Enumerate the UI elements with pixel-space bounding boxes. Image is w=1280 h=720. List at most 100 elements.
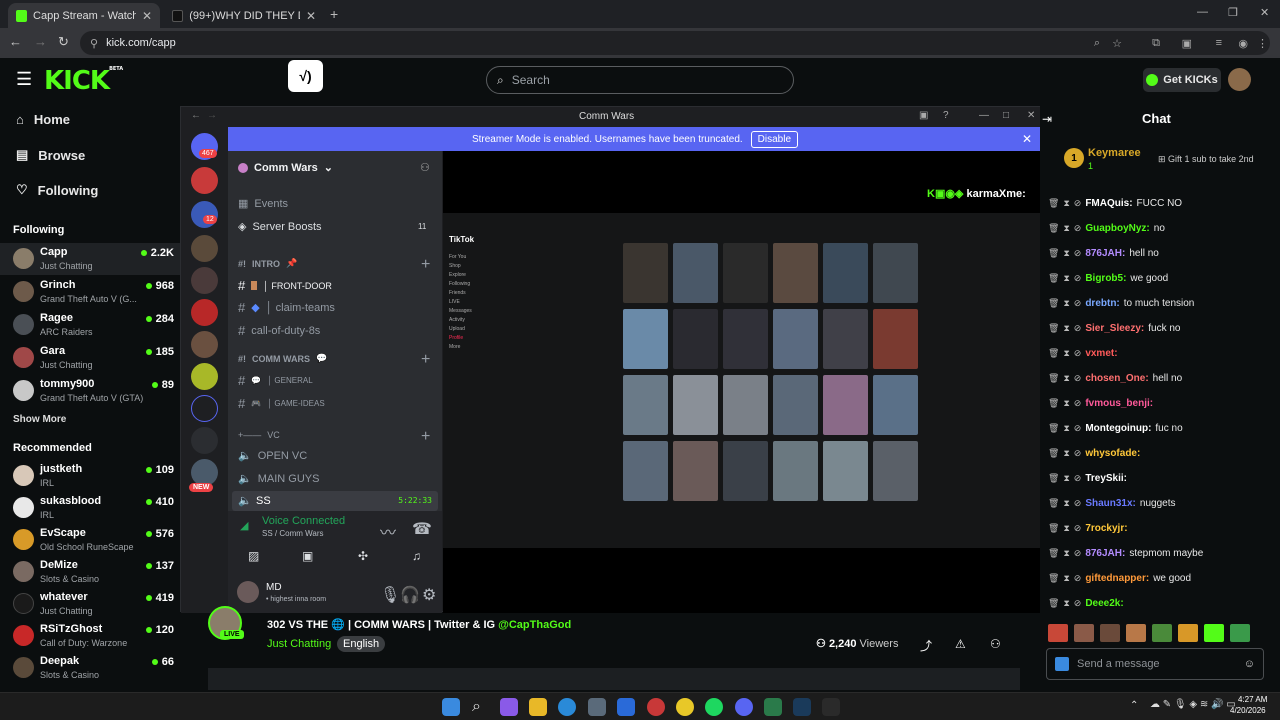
- stream-category-link[interactable]: Just Chatting: [267, 638, 331, 650]
- tiktok-menu-item[interactable]: Upload: [449, 325, 493, 334]
- camera-off-icon[interactable]: ▨: [248, 549, 259, 563]
- tiktok-menu-item[interactable]: LIVE: [449, 298, 493, 307]
- following-channel-gara[interactable]: Gara Just Chatting 185: [0, 342, 180, 374]
- video-thumbnail[interactable]: [873, 375, 918, 435]
- taskbar-search-icon[interactable]: ⌕: [472, 698, 481, 716]
- chat-username[interactable]: Montegoinup:: [1085, 423, 1151, 434]
- tiktok-menu-item[interactable]: Following: [449, 280, 493, 289]
- add-channel-icon[interactable]: +: [421, 351, 430, 369]
- chat-username[interactable]: Shaun31x:: [1085, 498, 1136, 509]
- emote-icon[interactable]: [1126, 624, 1146, 642]
- search-input[interactable]: ⌕ Search: [486, 66, 794, 94]
- video-thumbnail[interactable]: [823, 441, 868, 501]
- trash-icon[interactable]: 🗑: [1048, 523, 1059, 534]
- voice-channel-ss[interactable]: 🔈 SS 5:22:33: [232, 491, 438, 511]
- ban-icon[interactable]: ⊘: [1074, 423, 1082, 434]
- timeout-icon[interactable]: ⧗: [1063, 398, 1069, 409]
- video-thumbnail[interactable]: [723, 375, 768, 435]
- chat-username[interactable]: 7rockyjr:: [1085, 523, 1127, 534]
- nav-home[interactable]: ⌂ Home: [16, 112, 70, 127]
- spotify-icon[interactable]: [705, 698, 723, 716]
- kick-logo[interactable]: KICKBETA: [44, 66, 123, 96]
- settings-gear-icon[interactable]: ⚙: [422, 585, 436, 605]
- ban-icon[interactable]: ⊘: [1074, 523, 1082, 534]
- epic-games-icon[interactable]: [822, 698, 840, 716]
- chat-username[interactable]: drebtn:: [1085, 298, 1119, 309]
- chat-username[interactable]: 876JAH:: [1085, 548, 1125, 559]
- trash-icon[interactable]: 🗑: [1048, 473, 1059, 484]
- server-boosts-item[interactable]: ◈ Server Boosts: [238, 220, 322, 234]
- video-thumbnail[interactable]: [623, 441, 668, 501]
- close-banner-icon[interactable]: ✕: [1022, 132, 1032, 146]
- ban-icon[interactable]: ⊘: [1074, 248, 1082, 259]
- steam-icon[interactable]: [793, 698, 811, 716]
- user-avatar[interactable]: [237, 581, 259, 603]
- ban-icon[interactable]: ⊘: [1074, 398, 1082, 409]
- ban-icon[interactable]: ⊘: [1074, 348, 1082, 359]
- ban-icon[interactable]: ⊘: [1074, 498, 1082, 509]
- screen-share-icon[interactable]: ▣: [302, 549, 313, 563]
- video-thumbnail[interactable]: [673, 375, 718, 435]
- trash-icon[interactable]: 🗑: [1048, 323, 1059, 334]
- video-thumbnail[interactable]: [673, 441, 718, 501]
- ban-icon[interactable]: ⊘: [1074, 323, 1082, 334]
- minimize-icon[interactable]: —: [979, 110, 989, 121]
- timeout-icon[interactable]: ⧗: [1063, 348, 1069, 359]
- recommended-channel-deepak[interactable]: Deepak Slots & Casino 66: [0, 652, 180, 684]
- ban-icon[interactable]: ⊘: [1074, 573, 1082, 584]
- edge-icon[interactable]: [558, 698, 576, 716]
- tab-search-icon[interactable]: ▣: [1182, 37, 1192, 50]
- chat-username[interactable]: giftednapper:: [1085, 573, 1149, 584]
- video-thumbnail[interactable]: [773, 441, 818, 501]
- ban-icon[interactable]: ⊘: [1074, 373, 1082, 384]
- disable-streamer-mode-button[interactable]: Disable: [750, 130, 799, 148]
- emote-icon[interactable]: [1204, 624, 1224, 642]
- ban-icon[interactable]: ⊘: [1074, 473, 1082, 484]
- close-icon[interactable]: ✕: [1027, 110, 1035, 121]
- chat-username[interactable]: FMAQuis:: [1085, 198, 1132, 209]
- ban-icon[interactable]: ⊘: [1074, 598, 1082, 609]
- server-icon[interactable]: [191, 363, 218, 390]
- timeout-icon[interactable]: ⧗: [1063, 498, 1069, 509]
- video-thumbnail[interactable]: [773, 243, 818, 303]
- share-icon[interactable]: ⤴: [920, 637, 932, 654]
- timeout-icon[interactable]: ⧗: [1063, 523, 1069, 534]
- ban-icon[interactable]: ⊘: [1074, 198, 1082, 209]
- video-thumbnail[interactable]: [873, 441, 918, 501]
- timeout-icon[interactable]: ⧗: [1063, 473, 1069, 484]
- server-icon[interactable]: [191, 167, 218, 194]
- headset-icon[interactable]: 🎧: [400, 585, 420, 605]
- chat-username[interactable]: TreySkii:: [1085, 473, 1127, 484]
- trash-icon[interactable]: 🗑: [1048, 598, 1059, 609]
- video-thumbnail[interactable]: [723, 309, 768, 369]
- trash-icon[interactable]: 🗑: [1048, 198, 1059, 209]
- timeout-icon[interactable]: ⧗: [1063, 273, 1069, 284]
- media-control-icon[interactable]: ≡: [1216, 37, 1222, 49]
- microphone-icon[interactable]: 🎙: [380, 585, 400, 605]
- channel-general[interactable]: # 💬 │ GENERAL: [238, 373, 313, 388]
- channel-game-ideas[interactable]: # 🎮 │ GAME-IDEAS: [238, 396, 325, 411]
- emoji-picker-icon[interactable]: ☺: [1244, 658, 1255, 670]
- site-info-icon[interactable]: ⚲: [90, 37, 98, 50]
- following-channel-capp[interactable]: Capp Just Chatting 2.2K: [0, 243, 180, 275]
- gift-leader-name[interactable]: Keymaree: [1088, 147, 1141, 159]
- video-thumbnail[interactable]: [623, 375, 668, 435]
- timeout-icon[interactable]: ⧗: [1063, 298, 1069, 309]
- tiktok-menu-item[interactable]: Activity: [449, 316, 493, 325]
- windows-start-icon[interactable]: [442, 698, 460, 716]
- tiktok-menu-item[interactable]: Messages: [449, 307, 493, 316]
- trash-icon[interactable]: 🗑: [1048, 298, 1059, 309]
- recommended-channel-justketh[interactable]: justketh IRL 109: [0, 460, 180, 492]
- folder-icon[interactable]: [191, 395, 218, 422]
- ban-icon[interactable]: ⊘: [1074, 298, 1082, 309]
- tiktok-menu-item[interactable]: More: [449, 343, 493, 352]
- close-window-icon[interactable]: ✕: [1260, 6, 1269, 19]
- back-icon[interactable]: ←: [9, 34, 22, 49]
- video-thumbnail[interactable]: [723, 441, 768, 501]
- disconnect-icon[interactable]: ☎: [412, 519, 432, 539]
- minimize-window-icon[interactable]: —: [1197, 6, 1208, 18]
- video-thumbnail[interactable]: [823, 309, 868, 369]
- following-channel-ragee[interactable]: Ragee ARC Raiders 284: [0, 309, 180, 341]
- emote-icon[interactable]: [1152, 624, 1172, 642]
- close-tab-icon[interactable]: ✕: [142, 9, 152, 23]
